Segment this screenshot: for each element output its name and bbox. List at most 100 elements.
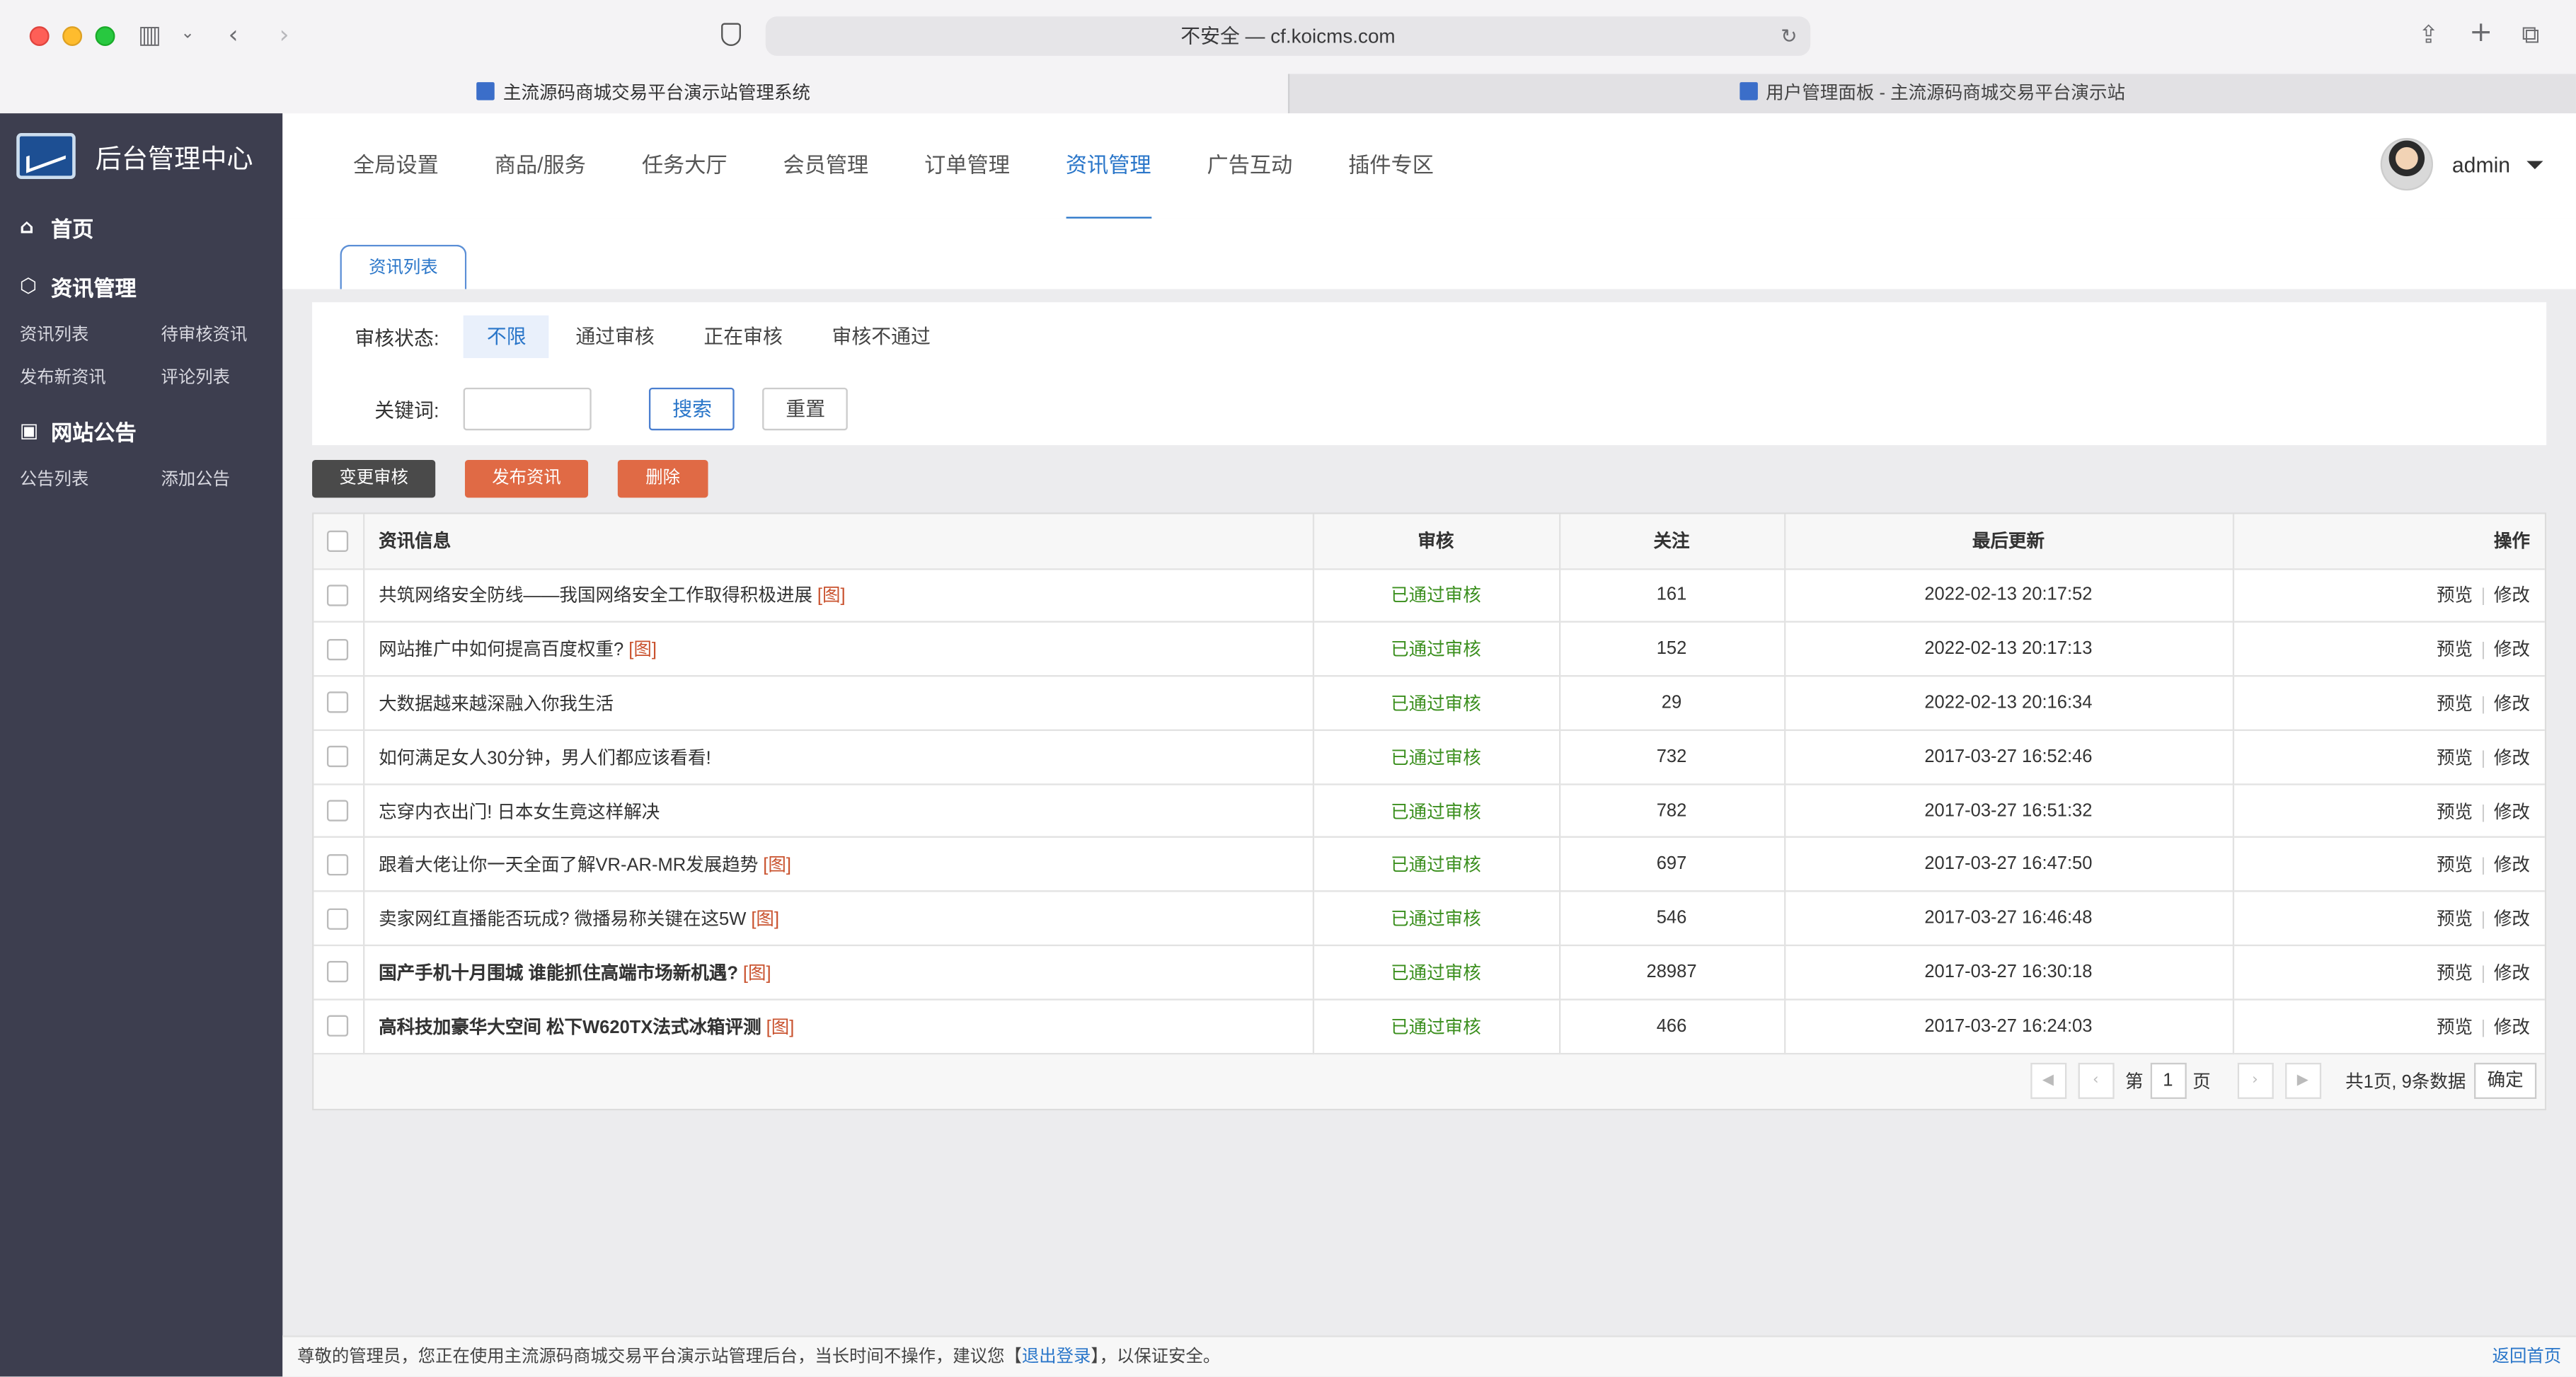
status-option-rejected[interactable]: 审核不通过: [809, 316, 953, 358]
back-home-link[interactable]: 返回首页: [2492, 1337, 2561, 1377]
news-title-link[interactable]: 共筑网络安全防线——我国网络安全工作取得积极进展: [379, 587, 812, 607]
sidebar-group-notice[interactable]: ▣ 网站公告: [0, 403, 282, 459]
sidebar-toggle-icon[interactable]: ▥: [138, 20, 161, 50]
row-checkbox[interactable]: [327, 584, 349, 606]
preview-link[interactable]: 预览: [2437, 587, 2473, 607]
preview-link[interactable]: 预览: [2437, 910, 2473, 930]
address-bar[interactable]: 不安全 — cf.koicms.com ↻: [765, 16, 1811, 56]
prev-page-icon[interactable]: ‹: [2077, 1063, 2114, 1100]
review-status: 已通过审核: [1391, 694, 1481, 715]
edit-link[interactable]: 修改: [2494, 910, 2530, 930]
preview-link[interactable]: 预览: [2437, 802, 2473, 822]
review-status: 已通过审核: [1391, 910, 1481, 931]
share-icon[interactable]: ⇪: [2418, 20, 2439, 50]
preview-link[interactable]: 预览: [2437, 964, 2473, 984]
topnav-plugins[interactable]: 插件专区: [1348, 113, 1434, 219]
edit-link[interactable]: 修改: [2494, 749, 2530, 768]
sidebar-item-news-list[interactable]: 资讯列表: [20, 313, 161, 356]
news-title-link[interactable]: 卖家网红直播能否玩成? 微播易称关键在这5W: [379, 910, 746, 930]
chevron-down-icon[interactable]: ⌄: [180, 25, 194, 43]
edit-link[interactable]: 修改: [2494, 641, 2530, 661]
sidebar-group-news[interactable]: ⬡ 资讯管理: [0, 258, 282, 313]
topnav-goods-services[interactable]: 商品/服务: [495, 113, 586, 219]
status-option-approved[interactable]: 通过审核: [553, 316, 677, 358]
tab-overview-icon[interactable]: ⧉: [2522, 20, 2539, 50]
search-button[interactable]: 搜索: [649, 387, 735, 431]
topnav-members[interactable]: 会员管理: [783, 113, 869, 219]
topnav-orders[interactable]: 订单管理: [924, 113, 1010, 219]
sidebar-item-publish-news[interactable]: 发布新资讯: [20, 357, 161, 399]
news-title-link[interactable]: 国产手机十月围城 谁能抓住高端市场新机遇?: [379, 964, 738, 984]
preview-link[interactable]: 预览: [2437, 856, 2473, 876]
new-tab-icon[interactable]: +: [2469, 16, 2492, 49]
next-page-icon[interactable]: ›: [2236, 1063, 2273, 1100]
close-window-button[interactable]: [29, 26, 50, 46]
back-icon[interactable]: ‹: [229, 20, 238, 50]
change-review-button[interactable]: 变更审核: [312, 459, 436, 498]
forward-icon[interactable]: ›: [280, 20, 289, 50]
window-controls: [29, 26, 115, 46]
topnav-ads[interactable]: 广告互动: [1207, 113, 1293, 219]
reset-button[interactable]: 重置: [762, 387, 849, 431]
news-title-link[interactable]: 忘穿内衣出门! 日本女生竟这样解决: [379, 802, 660, 822]
select-all-checkbox[interactable]: [327, 530, 349, 552]
preview-link[interactable]: 预览: [2437, 641, 2473, 661]
sidebar-item-notice-list[interactable]: 公告列表: [20, 459, 161, 501]
row-checkbox[interactable]: [327, 746, 349, 768]
status-option-reviewing[interactable]: 正在审核: [681, 316, 805, 358]
topnav-news[interactable]: 资讯管理: [1065, 113, 1151, 221]
browser-tab-admin[interactable]: 主流源码商城交易平台演示站管理系统: [0, 74, 1287, 114]
shield-icon[interactable]: [721, 23, 741, 46]
edit-link[interactable]: 修改: [2494, 964, 2530, 984]
topnav-task-hall[interactable]: 任务大厅: [642, 113, 728, 219]
row-checkbox[interactable]: [327, 907, 349, 930]
preview-link[interactable]: 预览: [2437, 1018, 2473, 1038]
news-title-link[interactable]: 如何满足女人30分钟，男人们都应该看看!: [379, 749, 711, 768]
news-title-link[interactable]: 大数据越来越深融入你我生活: [379, 695, 614, 715]
user-menu[interactable]: admin: [2379, 137, 2543, 191]
sidebar-item-home[interactable]: ⌂ 首页: [0, 199, 282, 255]
row-checkbox[interactable]: [327, 638, 349, 660]
avatar[interactable]: [2379, 137, 2433, 191]
row-checkbox[interactable]: [327, 1015, 349, 1037]
logout-link[interactable]: 退出登录: [1022, 1347, 1091, 1367]
row-checkbox[interactable]: [327, 962, 349, 984]
minimize-window-button[interactable]: [62, 26, 83, 46]
browser-tab-user-panel[interactable]: 用户管理面板 - 主流源码商城交易平台演示站: [1287, 74, 2576, 114]
tab-news-list[interactable]: 资讯列表: [340, 244, 467, 289]
news-title-link[interactable]: 跟着大佬让你一天全面了解VR-AR-MR发展趋势: [379, 856, 758, 876]
news-title-link[interactable]: 高科技加豪华大空间 松下W620TX法式冰箱评测: [379, 1018, 761, 1038]
first-page-icon[interactable]: ◀: [2030, 1063, 2066, 1100]
sub-tabs: 资讯列表: [282, 218, 2576, 289]
edit-link[interactable]: 修改: [2494, 802, 2530, 822]
preview-link[interactable]: 预览: [2437, 695, 2473, 715]
user-name[interactable]: admin: [2452, 152, 2510, 177]
delete-button[interactable]: 删除: [617, 459, 708, 498]
topnav-global-settings[interactable]: 全局设置: [353, 113, 439, 219]
publish-news-button[interactable]: 发布资讯: [464, 459, 589, 498]
caret-down-icon[interactable]: [2526, 160, 2543, 168]
status-option-all[interactable]: 不限: [464, 315, 550, 359]
sidebar-item-pending-news[interactable]: 待审核资讯: [161, 313, 302, 356]
news-title-link[interactable]: 网站推广中如何提高百度权重?: [379, 641, 623, 661]
image-tag: [图]: [817, 587, 846, 607]
maximize-window-button[interactable]: [95, 26, 115, 46]
table-row: 高科技加豪华大空间 松下W620TX法式冰箱评测 [图] 已通过审核 466 2017-…: [314, 999, 2545, 1054]
page-confirm-button[interactable]: 确定: [2474, 1063, 2537, 1100]
row-checkbox[interactable]: [327, 853, 349, 876]
sidebar-item-comments[interactable]: 评论列表: [161, 357, 302, 399]
edit-link[interactable]: 修改: [2494, 695, 2530, 715]
keyword-input[interactable]: [464, 387, 592, 431]
edit-link[interactable]: 修改: [2494, 587, 2530, 607]
preview-link[interactable]: 预览: [2437, 749, 2473, 768]
edit-link[interactable]: 修改: [2494, 856, 2530, 876]
briefcase-icon: ▣: [19, 418, 39, 442]
reload-icon[interactable]: ↻: [1781, 16, 1797, 56]
sidebar-item-add-notice[interactable]: 添加公告: [161, 459, 302, 501]
review-status: 已通过审核: [1391, 640, 1481, 661]
edit-link[interactable]: 修改: [2494, 1018, 2530, 1038]
row-checkbox[interactable]: [327, 800, 349, 822]
page-number-input[interactable]: 1: [2149, 1063, 2186, 1100]
last-page-icon[interactable]: ▶: [2284, 1063, 2321, 1100]
row-checkbox[interactable]: [327, 692, 349, 714]
